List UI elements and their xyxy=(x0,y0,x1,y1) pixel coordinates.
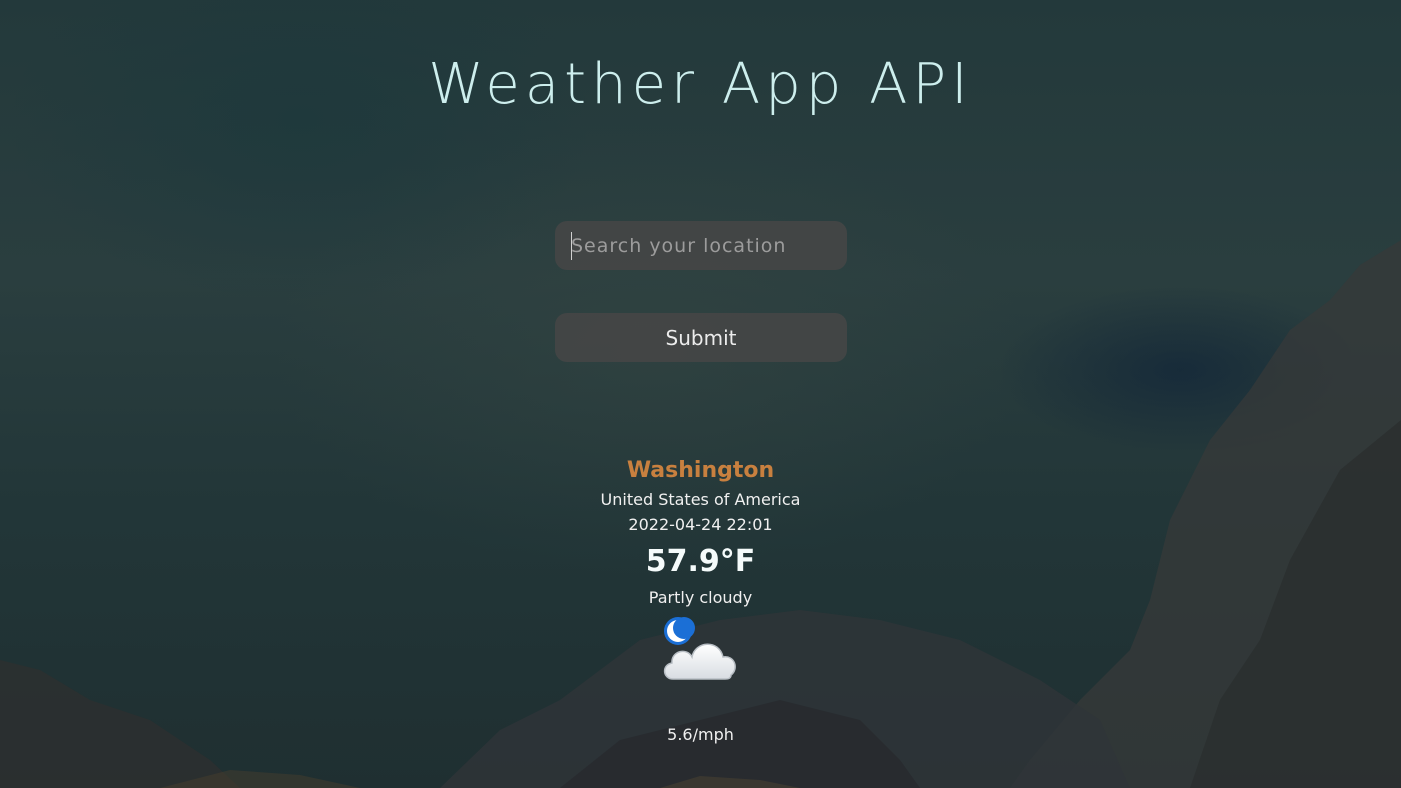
wind-speed: 5.6/mph xyxy=(667,725,734,744)
search-input[interactable] xyxy=(555,221,847,270)
country-name: United States of America xyxy=(600,490,801,509)
local-datetime: 2022-04-24 22:01 xyxy=(628,515,773,534)
moon-cloud-icon xyxy=(663,617,736,680)
temperature: 57.9°F xyxy=(645,544,756,579)
weather-condition: Partly cloudy xyxy=(648,588,753,607)
text-cursor xyxy=(571,232,572,260)
weather-result: Washington United States of America 2022… xyxy=(0,455,1401,747)
submit-button[interactable]: Submit xyxy=(555,313,847,362)
page-title: Weather App API xyxy=(428,52,973,117)
city-name: Washington xyxy=(626,458,775,483)
